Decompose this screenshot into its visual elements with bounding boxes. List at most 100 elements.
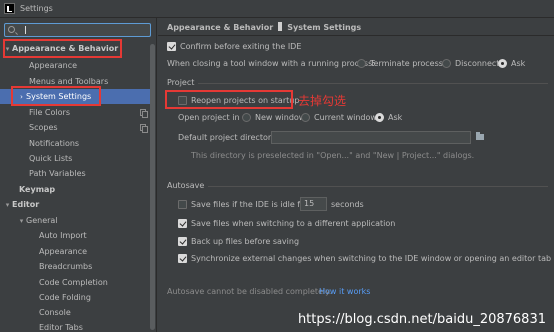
save-idle-label: Save files if the IDE is idle for [191, 200, 309, 209]
sidebar-item-menus-toolbars[interactable]: Menus and Toolbars [0, 74, 150, 89]
sidebar-item-path-variables[interactable]: Path Variables [0, 166, 150, 181]
sidebar-item-label: Keymap [19, 185, 56, 194]
sidebar-item-label: Notifications [29, 139, 80, 148]
new-window-radio[interactable] [242, 113, 251, 122]
sidebar-item-appearance-behavior[interactable]: ▾ Appearance & Behavior [0, 41, 150, 56]
breadcrumb-current: System Settings [287, 23, 362, 32]
sidebar-item-code-folding[interactable]: Code Folding [0, 290, 150, 305]
terminate-process-label: Terminate process [370, 59, 443, 68]
project-scope-icon [140, 124, 148, 133]
sidebar-item-system-settings[interactable]: › System Settings [0, 89, 150, 104]
new-window-label: New window [255, 113, 306, 122]
breadcrumb-separator [278, 22, 283, 31]
sidebar-item-label: File Colors [29, 108, 70, 117]
header-divider [158, 35, 554, 36]
current-window-radio[interactable] [301, 113, 310, 122]
chevron-down-icon: ▾ [5, 201, 10, 209]
default-dir-field[interactable] [271, 131, 471, 144]
save-switch-app-label: Save files when switching to a different… [191, 219, 396, 228]
sidebar-item-label: Appearance [39, 247, 88, 256]
confirm-exit-checkbox[interactable] [167, 42, 176, 51]
close-tool-window-label: When closing a tool window with a runnin… [167, 59, 375, 68]
reopen-projects-checkbox[interactable] [178, 96, 187, 105]
settings-sidebar: ▾ Appearance & Behavior Appearance Menus … [0, 18, 157, 332]
project-section-title: Project [167, 78, 195, 87]
backup-files-checkbox[interactable] [178, 237, 187, 246]
sidebar-item-label: System Settings [26, 92, 92, 101]
sidebar-item-label: Code Folding [39, 293, 91, 302]
sidebar-item-label: Console [39, 308, 71, 317]
sidebar-item-code-completion[interactable]: Code Completion [0, 275, 150, 290]
sidebar-item-general[interactable]: ▾ General [0, 213, 150, 228]
intellij-idea-icon [4, 3, 15, 14]
chevron-down-icon: ▾ [5, 45, 10, 53]
sidebar-item-quick-lists[interactable]: Quick Lists [0, 151, 150, 166]
autosave-note: Autosave cannot be disabled completely. [167, 287, 332, 296]
annotation-text: 去掉勾选 [298, 94, 347, 108]
disconnect-radio[interactable] [442, 59, 451, 68]
sidebar-item-scopes[interactable]: Scopes [0, 120, 150, 135]
sidebar-item-label: Code Completion [39, 278, 108, 287]
confirm-exit-label: Confirm before exiting the IDE [180, 42, 302, 51]
current-window-label: Current window [314, 113, 377, 122]
sidebar-item-label: Breadcrumbs [39, 262, 93, 271]
disconnect-label: Disconnect [455, 59, 500, 68]
open-ask-radio[interactable] [375, 113, 384, 122]
sidebar-item-notifications[interactable]: Notifications [0, 136, 150, 151]
save-idle-checkbox[interactable] [178, 200, 187, 209]
ask-radio[interactable] [498, 59, 507, 68]
section-divider [208, 186, 548, 187]
browse-folder-button[interactable] [473, 131, 487, 143]
sidebar-item-file-colors[interactable]: File Colors [0, 105, 150, 120]
search-box[interactable] [4, 23, 151, 37]
folder-icon [476, 132, 484, 140]
sidebar-item-editor[interactable]: ▾ Editor [0, 197, 150, 212]
chevron-right-icon: › [20, 93, 23, 101]
ask-label: Ask [511, 59, 526, 68]
seconds-label: seconds [331, 200, 364, 209]
sidebar-item-label: Appearance [29, 61, 78, 70]
sync-external-label: Synchronize external changes when switch… [191, 254, 552, 263]
idle-seconds-input[interactable]: 15 [300, 197, 327, 211]
breadcrumb: Appearance & Behavior System Settings [167, 22, 361, 32]
sidebar-item-label: Scopes [29, 123, 58, 132]
section-divider [198, 83, 548, 84]
sidebar-item-appearance[interactable]: Appearance [0, 58, 150, 73]
how-it-works-link[interactable]: How it works [319, 287, 370, 296]
sidebar-item-editor-tabs[interactable]: Editor Tabs [0, 320, 150, 332]
sync-external-checkbox[interactable] [178, 254, 187, 263]
sidebar-item-editor-appearance[interactable]: Appearance [0, 244, 150, 259]
sidebar-item-label: Auto Import [39, 231, 87, 240]
title-bar: Settings [0, 0, 554, 18]
sidebar-item-label: Editor [12, 200, 40, 209]
settings-content: Appearance & Behavior System Settings Con… [158, 18, 554, 332]
sidebar-item-label: Quick Lists [29, 154, 73, 163]
window-title: Settings [20, 4, 53, 13]
sidebar-item-keymap[interactable]: Keymap [0, 182, 150, 197]
chevron-down-icon: ▾ [19, 217, 24, 225]
sidebar-item-label: Menus and Toolbars [29, 77, 109, 86]
text-caret [25, 26, 26, 34]
watermark-text: https://blog.csdn.net/baidu_20876831 [297, 312, 546, 327]
backup-files-label: Back up files before saving [191, 237, 300, 246]
sidebar-item-label: Editor Tabs [39, 323, 83, 332]
search-input[interactable] [21, 24, 146, 36]
open-ask-label: Ask [388, 113, 403, 122]
sidebar-scrollbar[interactable] [150, 44, 155, 330]
sidebar-item-console[interactable]: Console [0, 305, 150, 320]
default-dir-hint: This directory is preselected in "Open..… [191, 151, 475, 160]
breadcrumb-parent: Appearance & Behavior [167, 23, 274, 32]
sidebar-item-label: Path Variables [29, 169, 86, 178]
default-dir-label: Default project directory: [178, 133, 278, 142]
open-project-in-label: Open project in [178, 113, 240, 122]
sidebar-item-breadcrumbs[interactable]: Breadcrumbs [0, 259, 150, 274]
sidebar-item-label: Appearance & Behavior [12, 44, 119, 53]
search-icon [8, 26, 15, 33]
terminate-process-radio[interactable] [357, 59, 366, 68]
project-scope-icon [140, 109, 148, 118]
reopen-projects-label: Reopen projects on startup [191, 96, 300, 105]
sidebar-item-auto-import[interactable]: Auto Import [0, 228, 150, 243]
sidebar-item-label: General [26, 216, 58, 225]
save-switch-app-checkbox[interactable] [178, 219, 187, 228]
autosave-section-title: Autosave [167, 181, 205, 190]
